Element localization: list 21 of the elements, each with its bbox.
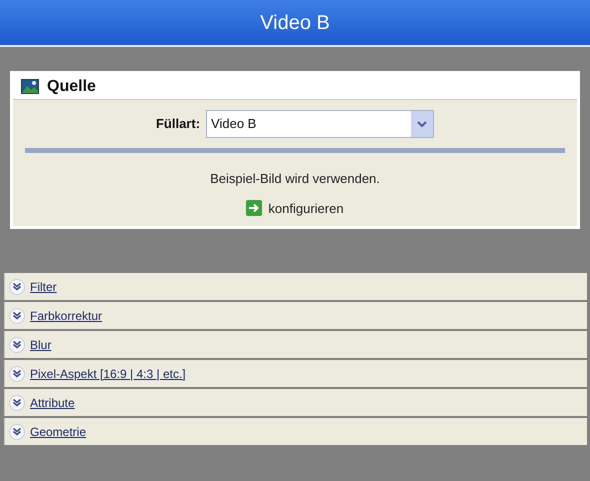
info-message: Beispiel-Bild wird verwenden. xyxy=(210,170,380,188)
section-header[interactable]: Blur xyxy=(4,331,587,358)
expand-icon[interactable] xyxy=(9,424,25,440)
section-header[interactable]: Filter xyxy=(4,273,587,300)
expand-icon[interactable] xyxy=(9,308,25,324)
panel-title: Quelle xyxy=(47,76,96,96)
fill-dropdown[interactable]: Video B xyxy=(206,110,434,138)
section-header[interactable]: Attribute xyxy=(4,389,587,416)
arrow-right-icon xyxy=(246,200,262,216)
image-icon xyxy=(21,79,39,94)
configure-link[interactable]: konfigurieren xyxy=(268,198,344,218)
expand-icon[interactable] xyxy=(9,366,25,382)
section-header[interactable]: Geometrie xyxy=(4,418,587,445)
dropdown-caret-icon[interactable] xyxy=(411,111,434,137)
expand-icon[interactable] xyxy=(9,336,25,352)
section-header[interactable]: Pixel-Aspekt [16:9 | 4:3 | etc.] xyxy=(4,360,587,387)
fill-label: Füllart: xyxy=(156,115,200,134)
expand-icon[interactable] xyxy=(9,394,25,410)
section-header[interactable]: Farbkorrektur xyxy=(4,302,587,329)
window-title: Video B xyxy=(260,10,330,36)
expand-icon[interactable] xyxy=(9,278,25,294)
